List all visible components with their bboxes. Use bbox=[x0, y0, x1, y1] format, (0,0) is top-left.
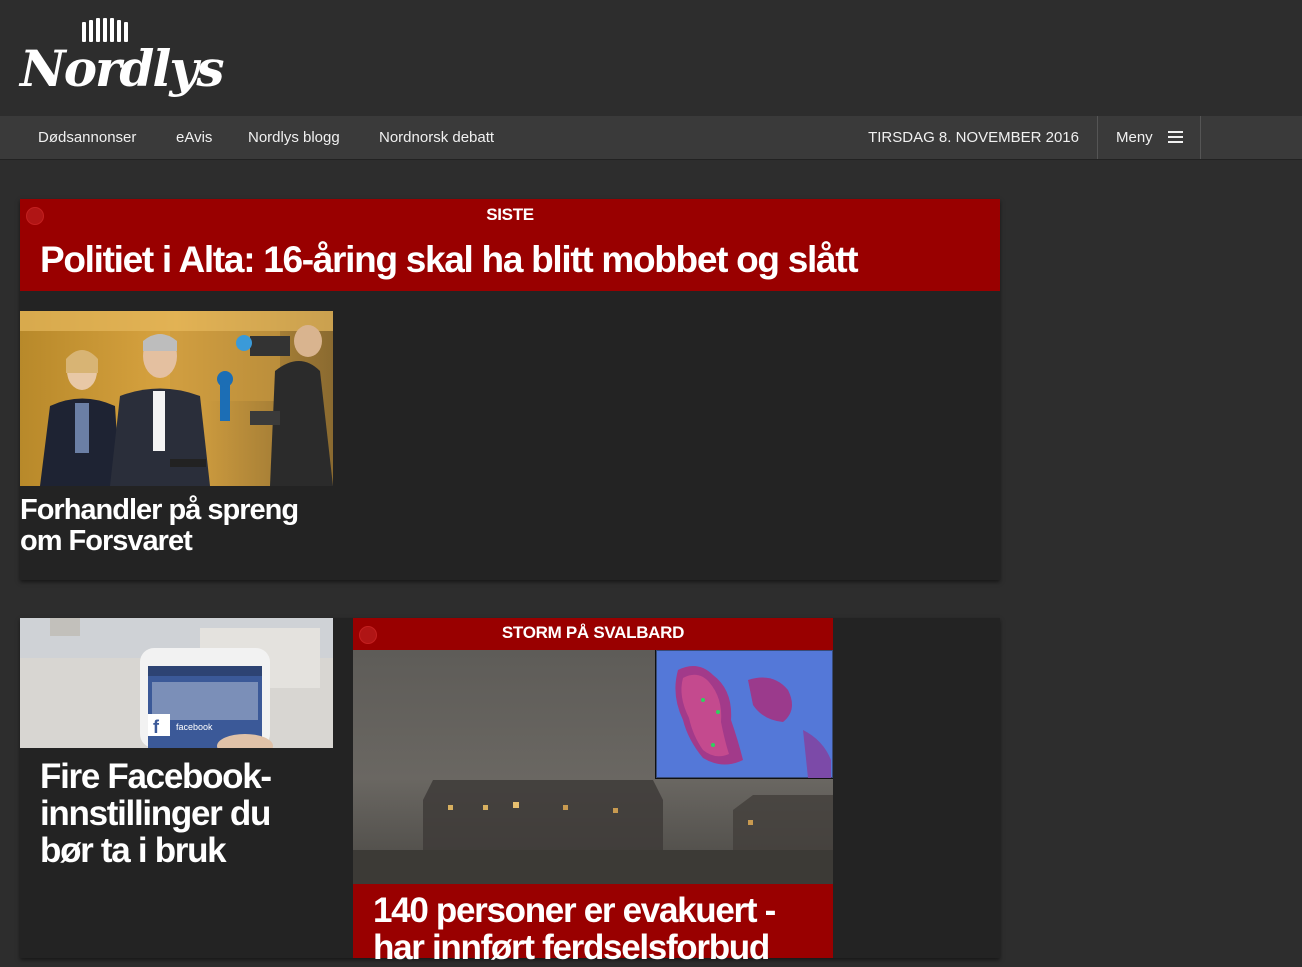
breaking-headline[interactable]: Politiet i Alta: 16-åring skal ha blitt … bbox=[40, 239, 859, 281]
front-block-2: f facebook Fire Facebook-innstillinger d… bbox=[20, 618, 1000, 966]
storm-kicker: STORM PÅ SVALBARD bbox=[501, 623, 685, 642]
storm-article[interactable]: STORM PÅ SVALBARD 140 personer er evakue… bbox=[353, 618, 833, 966]
menu-label: Meny bbox=[1116, 129, 1153, 146]
article-image-facebook[interactable]: f facebook bbox=[20, 618, 333, 748]
article-headline-facebook[interactable]: Fire Facebook-innstillinger du bør ta i … bbox=[40, 758, 330, 869]
site-header: Nordlys bbox=[0, 0, 1302, 116]
logo-wordmark: Nordlys bbox=[20, 39, 225, 98]
main-nav: Dødsannonser eAvis Nordlys blogg Nordnor… bbox=[0, 116, 1302, 160]
current-date: TIRSDAG 8. NOVEMBER 2016 bbox=[868, 129, 1079, 146]
storm-headline[interactable]: 140 personer er evakuert - har innført f… bbox=[373, 892, 833, 966]
article-image-forsvaret[interactable] bbox=[20, 311, 333, 486]
breaking-news-banner[interactable]: SISTE Politiet i Alta: 16-åring skal ha … bbox=[20, 199, 1000, 291]
svg-text:f: f bbox=[153, 717, 160, 737]
nav-item-nordlys-blogg[interactable]: Nordlys blogg bbox=[248, 116, 340, 159]
nordlys-logo[interactable]: Nordlys bbox=[20, 16, 225, 100]
menu-button[interactable]: Meny bbox=[1097, 116, 1201, 159]
nav-item-dodsannonser[interactable]: Dødsannonser bbox=[38, 116, 136, 159]
storm-image bbox=[353, 650, 833, 884]
nav-item-eavis[interactable]: eAvis bbox=[176, 116, 212, 159]
breaking-kicker: SISTE bbox=[486, 205, 534, 224]
article-headline-forsvaret[interactable]: Forhandler på spreng om Forsvaret bbox=[20, 495, 340, 557]
nav-item-nordnorsk-debatt[interactable]: Nordnorsk debatt bbox=[379, 116, 494, 159]
storm-kicker-bar: STORM PÅ SVALBARD bbox=[353, 618, 833, 650]
front-block-1: SISTE Politiet i Alta: 16-åring skal ha … bbox=[20, 199, 1000, 580]
facebook-app-label: facebook bbox=[176, 722, 213, 732]
hamburger-icon bbox=[1168, 131, 1183, 144]
